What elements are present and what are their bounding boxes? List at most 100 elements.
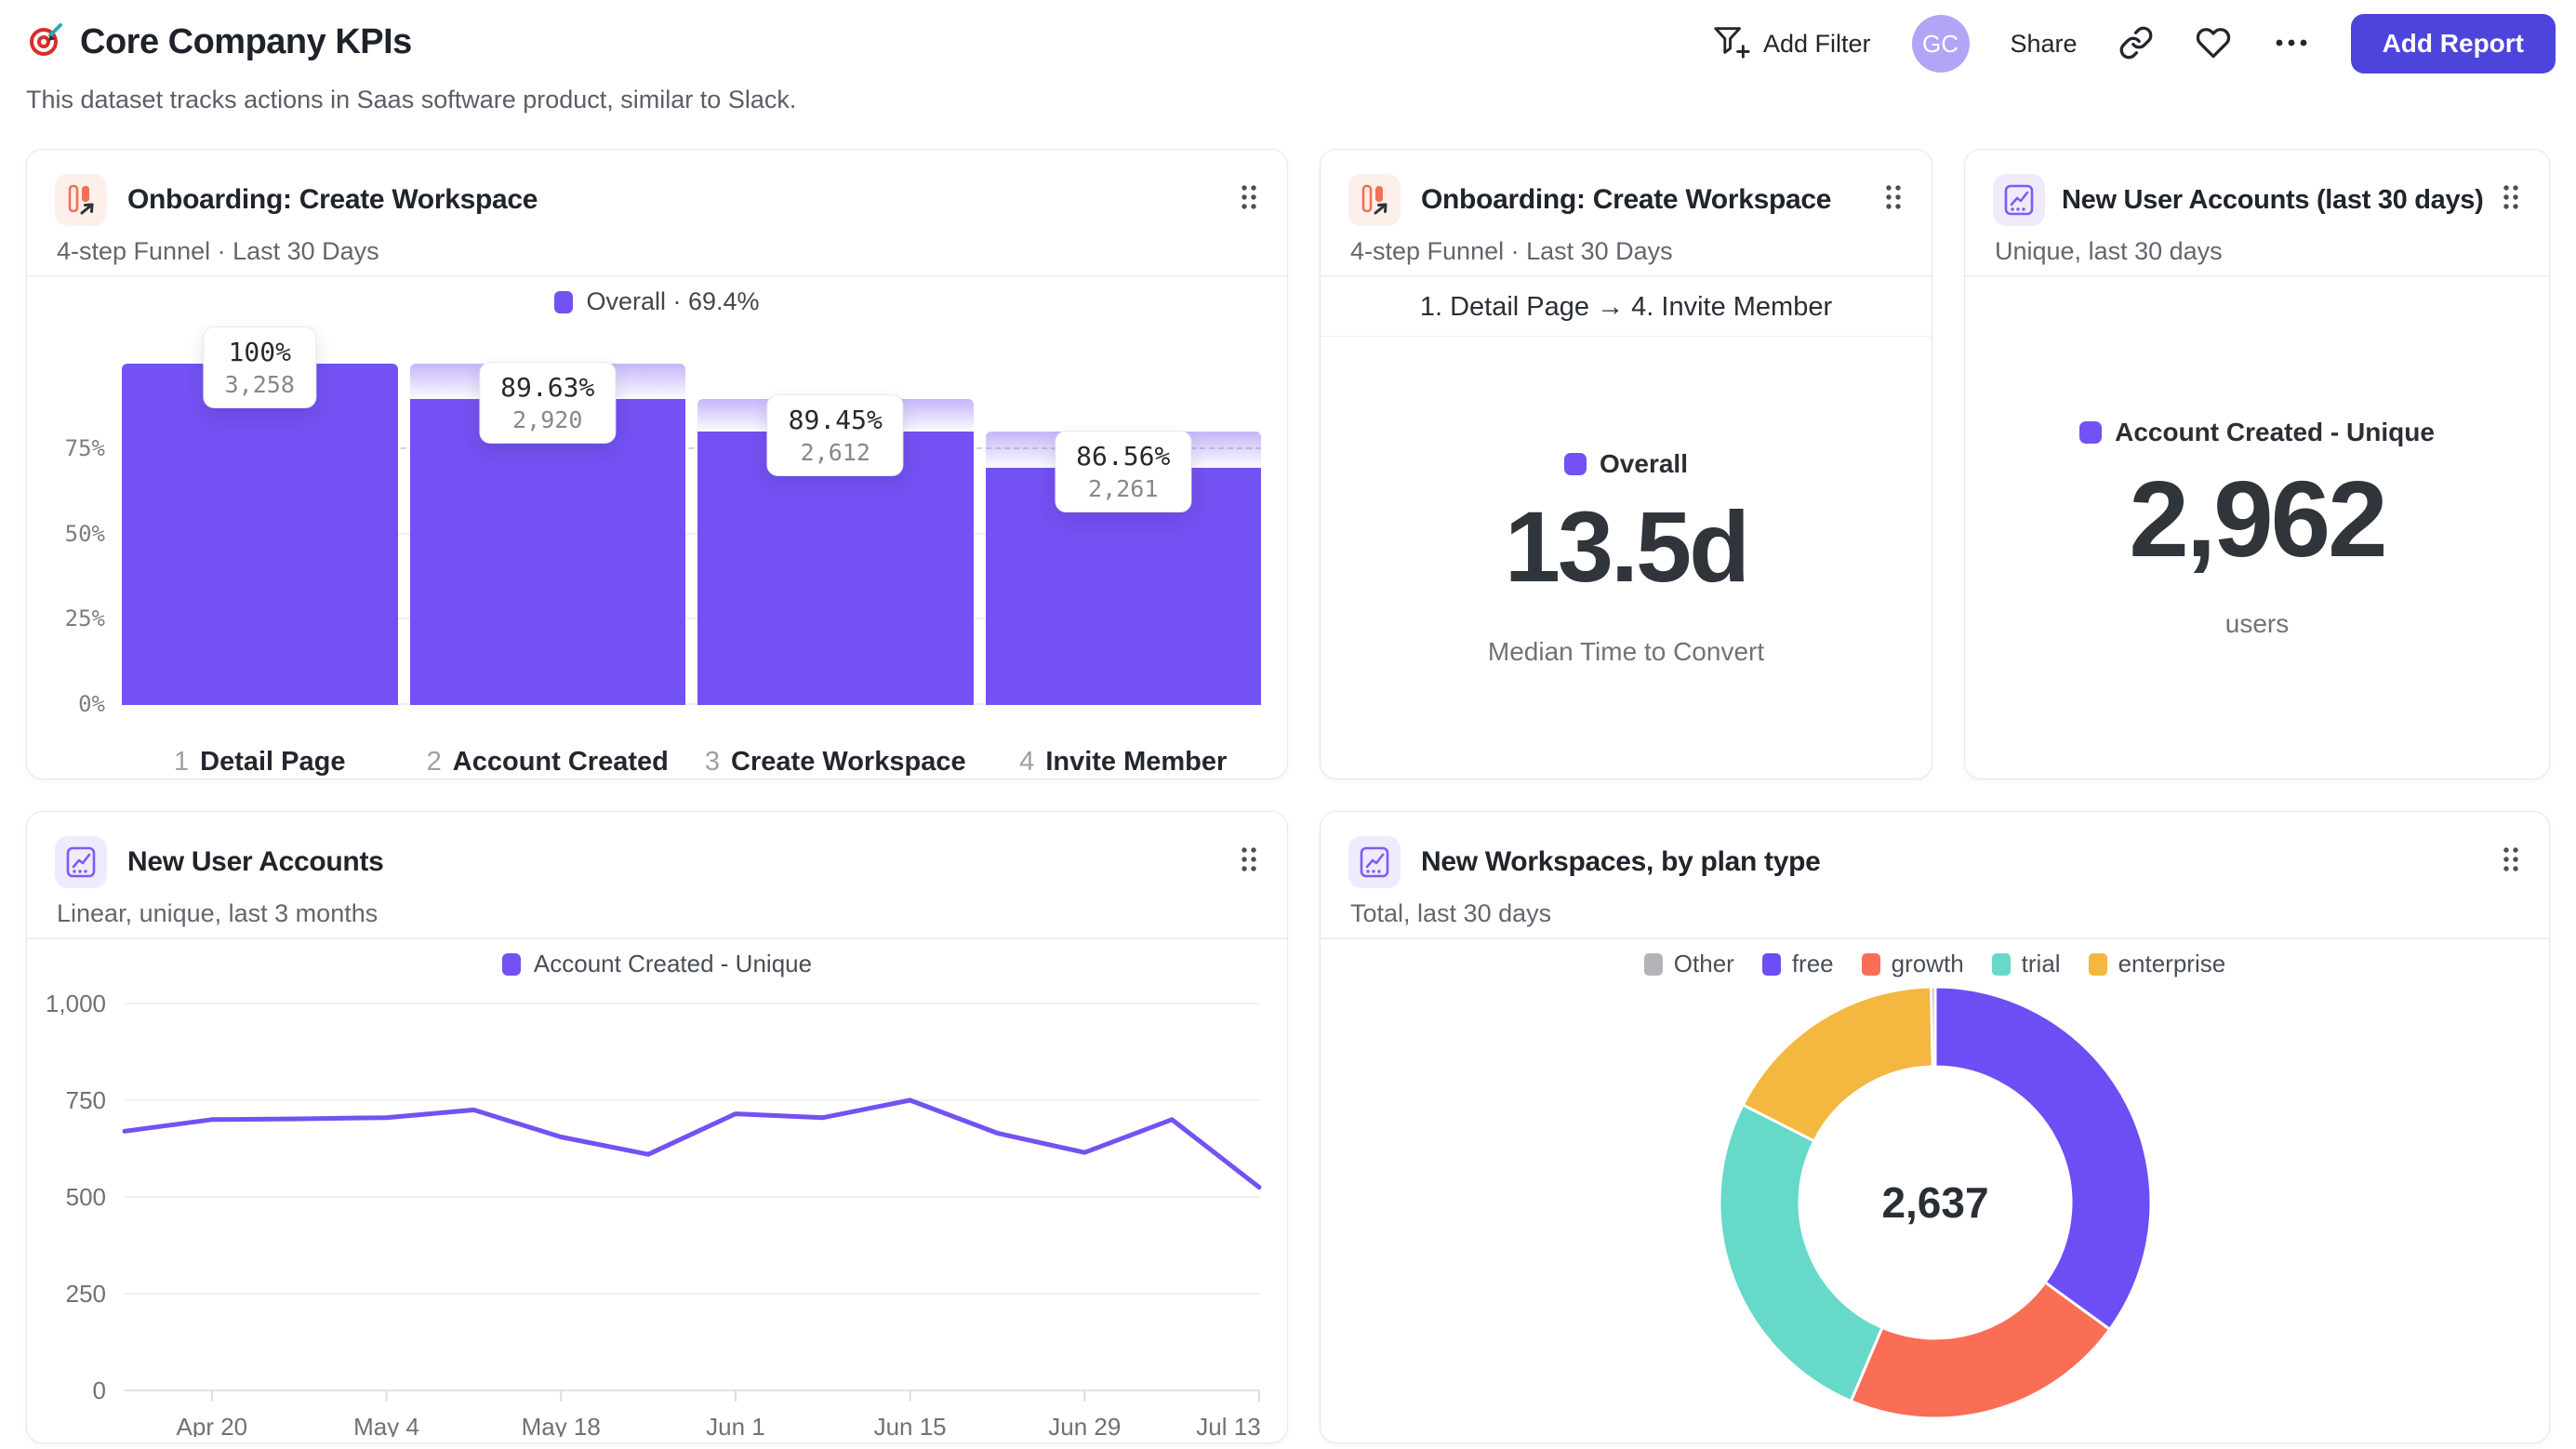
divider xyxy=(1321,937,2549,939)
card-workspaces-by-plan: New Workspaces, by plan type Total, last… xyxy=(1320,811,2550,1443)
page-subtitle: This dataset tracks actions in Saas soft… xyxy=(26,86,797,113)
metric-legend[interactable]: Account Created - Unique xyxy=(1965,418,2549,447)
y-axis-label: 250 xyxy=(66,1280,106,1308)
funnel-bar[interactable] xyxy=(122,364,398,705)
line-chart-report-icon xyxy=(55,836,107,888)
funnel-count: 3,258 xyxy=(224,371,295,398)
page-header: Core Company KPIs This dataset tracks ac… xyxy=(26,0,2556,140)
more-icon xyxy=(2273,36,2310,52)
drag-handle-icon[interactable] xyxy=(1239,183,1259,216)
add-filter-button[interactable]: Add Filter xyxy=(1711,22,1871,66)
legend-label: Account Created - Unique xyxy=(2115,418,2435,446)
drag-handle-icon[interactable] xyxy=(2501,845,2521,878)
card-subtitle: Total, last 30 days xyxy=(1350,899,1552,927)
trend-line[interactable] xyxy=(122,1097,1262,1190)
x-axis-label: May 4 xyxy=(353,1413,419,1437)
funnel-tooltip: 89.63% 2,920 xyxy=(479,362,617,445)
share-label: Share xyxy=(2010,29,2078,58)
card-onboarding-funnel: Onboarding: Create Workspace 4-step Funn… xyxy=(26,149,1288,779)
metric-value: 2,962 xyxy=(2129,459,2387,579)
x-axis-label: 2 Account Created xyxy=(426,747,669,777)
line-chart-report-icon xyxy=(1348,836,1401,888)
x-axis-label: Jul 13 xyxy=(1196,1413,1260,1437)
drag-handle-icon[interactable] xyxy=(1883,183,1904,216)
funnel-legend[interactable]: Overall · 69.4% xyxy=(27,287,1287,316)
funnel-tooltip: 100% 3,258 xyxy=(203,326,316,408)
funnel-count: 2,612 xyxy=(800,438,870,466)
header-actions: Add Filter GC Share Add Report xyxy=(1711,13,2556,74)
link-icon xyxy=(2118,25,2154,63)
x-axis-label: Jun 1 xyxy=(706,1413,765,1437)
legend-swatch xyxy=(1861,952,1880,976)
y-axis-label: 0 xyxy=(93,1376,106,1404)
heart-icon xyxy=(2195,25,2232,63)
dashboard-page: Core Company KPIs This dataset tracks ac… xyxy=(0,0,2576,1449)
funnel-conversion-pct: 100% xyxy=(228,337,291,367)
favorite-button[interactable] xyxy=(2195,25,2232,63)
card-new-accounts-trend: New User Accounts Linear, unique, last 3… xyxy=(26,811,1288,1443)
card-subtitle: 4-step Funnel · Last 30 Days xyxy=(1350,237,1673,265)
funnel-plot[interactable]: 0% 25% 50% 75% 100% 3,258 1 Detail Page 89.63% 2,… xyxy=(65,326,1261,777)
funnel-conversion-pct: 89.45% xyxy=(788,404,883,435)
card-title: New Workspaces, by plan type xyxy=(1421,846,1821,877)
donut-slice-enterprise[interactable] xyxy=(1741,985,1934,1143)
metric-legend[interactable]: Overall xyxy=(1321,449,1932,479)
funnel-conversion-pct: 86.56% xyxy=(1076,441,1171,472)
funnel-tooltip: 86.56% 2,261 xyxy=(1055,431,1192,513)
funnel-count: 2,920 xyxy=(512,406,583,434)
y-axis-label: 750 xyxy=(66,1086,106,1114)
avatar[interactable]: GC xyxy=(1911,15,1970,73)
share-button[interactable]: Share xyxy=(2011,30,2078,59)
donut-slice-free[interactable] xyxy=(1933,985,2153,1332)
card-median-time: Onboarding: Create Workspace 4-step Funn… xyxy=(1320,149,1932,779)
card-subtitle: 4-step Funnel · Last 30 Days xyxy=(57,237,379,265)
y-axis-label: 500 xyxy=(66,1183,106,1211)
funnel-tooltip: 89.45% 2,612 xyxy=(766,393,904,476)
card-subtitle: Linear, unique, last 3 months xyxy=(57,899,378,927)
line-chart[interactable]: 0 250 500 750 1,000 Apr 20 May 4 May 18 Jun 1 Jun… xyxy=(46,985,1268,1437)
legend-label: Overall xyxy=(1600,449,1688,478)
y-axis-label: 75% xyxy=(64,434,105,461)
x-axis-label: 3 Create Workspace xyxy=(704,747,966,777)
more-button[interactable] xyxy=(2273,36,2310,52)
donut-slice-growth[interactable] xyxy=(1849,1280,2112,1420)
page-title: Core Company KPIs xyxy=(80,22,412,61)
funnel-conversion-pct: 89.63% xyxy=(500,372,595,404)
divider xyxy=(1965,275,2549,277)
copy-link-button[interactable] xyxy=(2118,25,2154,63)
drag-handle-icon[interactable] xyxy=(2501,183,2521,216)
funnel-range-label: 1. Detail Page → 4. Invite Member xyxy=(1321,277,1932,337)
add-filter-label: Add Filter xyxy=(1762,29,1871,58)
x-axis-label: 1 Detail Page xyxy=(174,747,346,777)
card-title: Onboarding: Create Workspace xyxy=(127,184,538,215)
x-axis-label: Apr 20 xyxy=(177,1413,248,1437)
add-report-button[interactable]: Add Report xyxy=(2350,14,2556,73)
x-axis-label: 4 Invite Member xyxy=(1019,747,1228,777)
legend-swatch xyxy=(2088,952,2107,976)
donut-slice-Other[interactable] xyxy=(1930,985,1937,1069)
legend-swatch xyxy=(1761,952,1781,976)
drag-handle-icon[interactable] xyxy=(1239,845,1259,878)
x-axis-label: Jun 15 xyxy=(874,1413,947,1437)
legend-swatch xyxy=(1564,453,1587,475)
legend-swatch xyxy=(1643,952,1663,976)
donut-chart[interactable]: 2,637 xyxy=(1321,975,2551,1444)
divider xyxy=(27,937,1287,939)
card-subtitle: Unique, last 30 days xyxy=(1995,237,2223,265)
y-axis-label: 0% xyxy=(78,691,105,717)
y-axis-label: 1,000 xyxy=(46,990,106,1017)
funnel-bar[interactable] xyxy=(409,399,685,705)
donut-slice-trial[interactable] xyxy=(1718,1102,1884,1403)
y-axis-label: 50% xyxy=(64,520,105,547)
card-title: New User Accounts (last 30 days) xyxy=(2062,184,2484,215)
funnel-report-icon xyxy=(55,174,107,226)
metric-value: 13.5d xyxy=(1504,490,1750,603)
funnel-report-icon xyxy=(1348,174,1401,226)
line-legend[interactable]: Account Created - Unique xyxy=(27,950,1287,978)
legend-swatch xyxy=(554,290,574,313)
divider xyxy=(27,275,1287,277)
legend-swatch xyxy=(501,952,521,976)
funnel-count: 2,261 xyxy=(1088,475,1159,503)
metric-caption: Median Time to Convert xyxy=(1487,637,1765,666)
legend-label: Overall · 69.4% xyxy=(586,287,760,315)
